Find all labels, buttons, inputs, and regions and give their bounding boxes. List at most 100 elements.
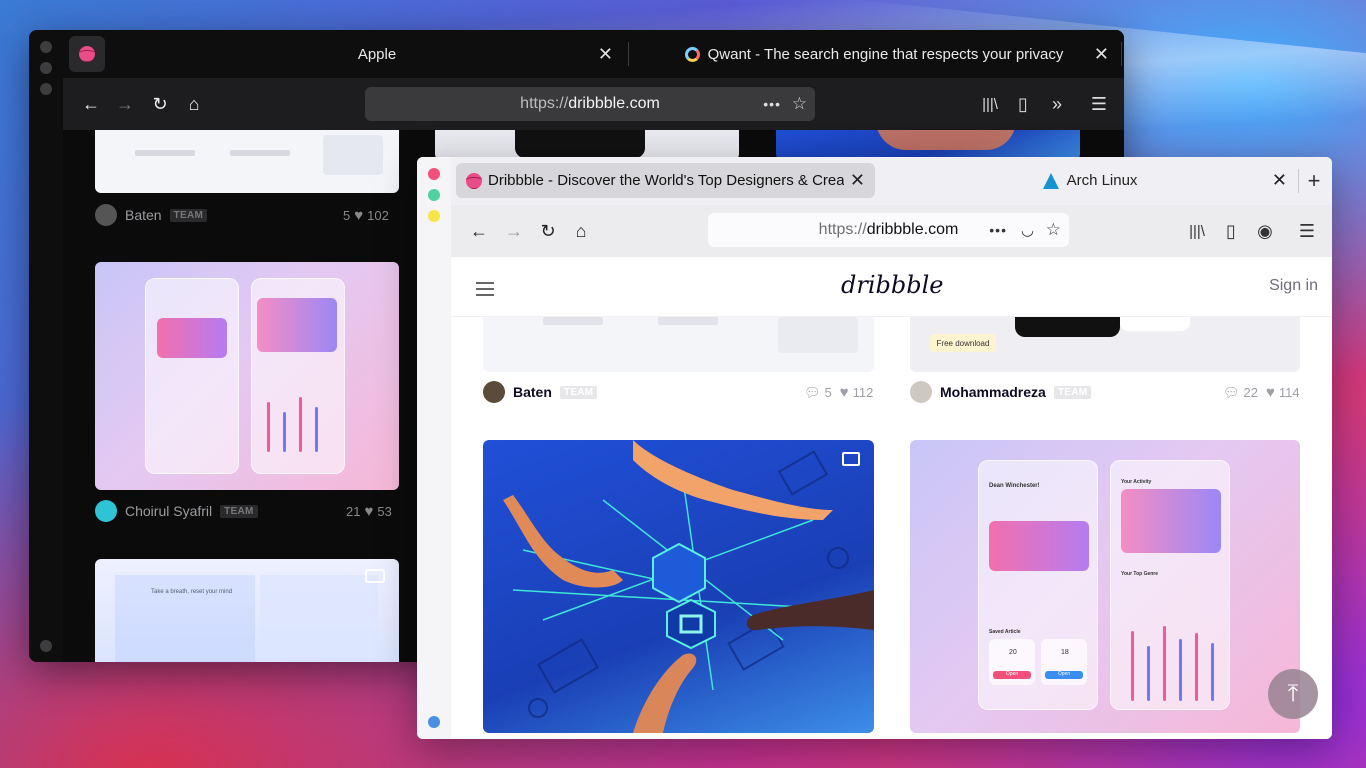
- heart-icon[interactable]: ♥: [840, 384, 849, 401]
- window-minimize-dot[interactable]: [428, 210, 440, 222]
- tab-apple[interactable]: Apple ✕: [123, 38, 623, 70]
- tab-arch-linux[interactable]: Arch Linux ✕: [885, 163, 1295, 198]
- shot-thumbnail[interactable]: [95, 130, 399, 193]
- overflow-chevron-icon[interactable]: »: [1043, 90, 1071, 118]
- window-minimize-dot[interactable]: [40, 62, 52, 74]
- bookmark-star-icon[interactable]: ☆: [1046, 220, 1061, 240]
- shot-thumbnail[interactable]: [483, 440, 874, 733]
- dribbble-logo[interactable]: dribbble: [841, 271, 943, 299]
- close-icon[interactable]: ✕: [1094, 44, 1109, 65]
- shot-thumbnail[interactable]: [95, 262, 399, 490]
- reload-icon[interactable]: ↻: [534, 217, 562, 245]
- light-browser-window: Dribbble - Discover the World's Top Desi…: [417, 157, 1332, 739]
- author-name[interactable]: Baten: [125, 207, 162, 223]
- chart-bar: [315, 407, 318, 452]
- thumbnail-device: [1120, 317, 1190, 331]
- home-icon[interactable]: ⌂: [180, 90, 208, 118]
- page-actions-icon[interactable]: •••: [763, 96, 781, 112]
- library-icon[interactable]: |||\: [1183, 217, 1211, 245]
- thumbnail-detail: [230, 150, 290, 156]
- author-name[interactable]: Mohammadreza: [940, 384, 1046, 400]
- arrow-up-icon: ⤒: [1287, 680, 1299, 707]
- sidebar-bottom-dot[interactable]: [428, 716, 440, 728]
- page-actions-icon[interactable]: •••: [989, 222, 1007, 238]
- home-icon[interactable]: ⌂: [567, 217, 595, 245]
- url-domain: dribbble.com: [866, 221, 959, 238]
- like-count: 53: [377, 504, 392, 519]
- shot-thumbnail[interactable]: [435, 130, 739, 160]
- comment-icon: 💬︎: [804, 384, 821, 400]
- heart-icon[interactable]: ♥: [1266, 384, 1275, 401]
- new-tab-button[interactable]: +: [1300, 167, 1328, 195]
- thumbnail-panel: [260, 575, 378, 662]
- window-maximize-dot[interactable]: [40, 83, 52, 95]
- url-prefix: https://: [520, 95, 569, 112]
- tab-qwant[interactable]: Qwant - The search engine that respects …: [629, 38, 1119, 70]
- close-icon[interactable]: ✕: [1272, 170, 1287, 191]
- hamburger-menu-icon[interactable]: [476, 278, 494, 300]
- avatar[interactable]: [483, 381, 505, 403]
- heart-icon[interactable]: ♥: [354, 207, 363, 224]
- thumbnail-panel: [115, 575, 255, 662]
- comment-count: 5: [824, 385, 832, 400]
- site-header: dribbble Sign in: [451, 257, 1332, 317]
- tab-divider: [1298, 169, 1299, 193]
- tab-label: Apple: [357, 45, 397, 63]
- shot-thumbnail[interactable]: [776, 130, 1080, 160]
- menu-icon[interactable]: ☰: [1085, 90, 1113, 118]
- preview-activity: Your Activity: [1121, 479, 1152, 485]
- url-bar[interactable]: https://dribbble.com ••• ◡ ☆: [708, 213, 1069, 247]
- comment-count: 5: [343, 208, 351, 223]
- sidebar-toggle-icon[interactable]: ▯: [1217, 217, 1245, 245]
- url-bar[interactable]: https://dribbble.com ••• ☆: [365, 87, 815, 121]
- forward-arrow-icon[interactable]: →: [500, 217, 528, 245]
- scroll-to-top-button[interactable]: ⤒: [1268, 669, 1318, 719]
- reload-icon[interactable]: ↻: [146, 90, 174, 118]
- account-icon[interactable]: ◉: [1251, 217, 1279, 245]
- preview-count: 18: [1061, 649, 1069, 656]
- team-badge: TEAM: [220, 504, 258, 518]
- thumbnail-detail: [543, 317, 603, 325]
- menu-icon[interactable]: ☰: [1293, 217, 1321, 245]
- library-icon[interactable]: |||\: [976, 90, 1004, 118]
- url-prefix: https://: [818, 221, 867, 238]
- avatar[interactable]: [910, 381, 932, 403]
- forward-arrow-icon[interactable]: →: [111, 90, 139, 118]
- sidebar-bottom-dot[interactable]: [40, 640, 52, 652]
- author-name[interactable]: Baten: [513, 384, 552, 400]
- comment-icon: 💬︎: [1223, 384, 1240, 400]
- sign-in-link[interactable]: Sign in: [1269, 277, 1318, 295]
- back-arrow-icon[interactable]: ←: [465, 217, 493, 245]
- thumbnail-detail: [658, 317, 718, 325]
- window-close-dot[interactable]: [40, 41, 52, 53]
- shot-thumbnail[interactable]: Free download: [910, 317, 1300, 372]
- multi-shot-icon: [365, 569, 385, 583]
- shot-meta: Baten TEAM: [95, 203, 208, 227]
- avatar[interactable]: [95, 500, 117, 522]
- dark-nav-bar: ← → ↻ ⌂ https://dribbble.com ••• ☆ |||\ …: [63, 78, 1124, 130]
- window-close-dot[interactable]: [428, 168, 440, 180]
- pocket-icon[interactable]: ◡: [1021, 221, 1034, 239]
- chart-bar: [283, 412, 286, 452]
- tab-dribbble[interactable]: Dribbble - Discover the World's Top Desi…: [456, 163, 875, 198]
- bookmark-star-icon[interactable]: ☆: [792, 94, 807, 114]
- close-icon[interactable]: ✕: [850, 170, 865, 191]
- light-page-content: dribbble Sign in Free download Baten TEA…: [451, 257, 1332, 739]
- pinned-tab-dribbble[interactable]: [69, 36, 105, 72]
- back-arrow-icon[interactable]: ←: [77, 90, 105, 118]
- avatar[interactable]: [95, 204, 117, 226]
- window-maximize-dot[interactable]: [428, 189, 440, 201]
- free-download-tag[interactable]: Free download: [930, 334, 996, 352]
- sidebar-toggle-icon[interactable]: ▯: [1009, 90, 1037, 118]
- shot-stats: 💬︎ 22 ♥ 114: [1223, 384, 1300, 401]
- like-count: 102: [367, 208, 389, 223]
- close-icon[interactable]: ✕: [598, 44, 613, 65]
- new-tab-button[interactable]: +: [1123, 40, 1124, 68]
- thumbnail-card: [157, 318, 227, 358]
- shot-thumbnail[interactable]: Dean Winchester! Saved Article 20 Open 1…: [910, 440, 1300, 733]
- light-tab-bar: Dribbble - Discover the World's Top Desi…: [451, 157, 1332, 205]
- shot-thumbnail[interactable]: Take a breath, reset your mind: [95, 559, 399, 662]
- heart-icon[interactable]: ♥: [364, 503, 373, 520]
- shot-thumbnail[interactable]: [483, 317, 874, 372]
- author-name[interactable]: Choirul Syafril: [125, 503, 212, 519]
